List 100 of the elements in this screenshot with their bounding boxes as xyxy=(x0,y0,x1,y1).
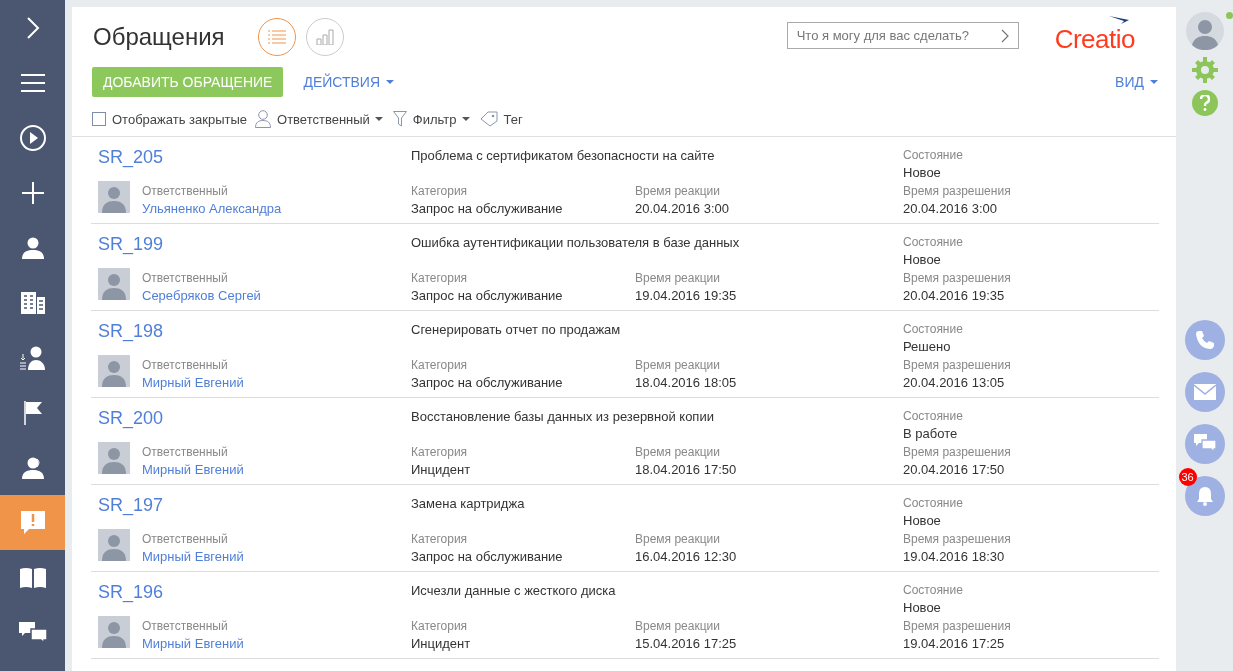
owner-link[interactable]: Серебряков Сергей xyxy=(142,287,261,305)
field-value: 19.04.2016 19:35 xyxy=(635,287,738,305)
page-title: Обращения xyxy=(93,23,225,51)
tag-icon xyxy=(479,111,498,127)
bell-icon xyxy=(1195,486,1214,506)
field-label: Категория xyxy=(411,444,469,461)
case-subject: Проблема с сертификатом безопасности на сайте xyxy=(411,148,715,163)
question-icon xyxy=(1199,95,1210,111)
field-label: Ответственный xyxy=(142,618,229,635)
case-number-link[interactable]: SR_196 xyxy=(98,582,164,602)
owner-link[interactable]: Ульяненко Александра xyxy=(142,200,282,218)
case-number-link[interactable]: SR_205 xyxy=(98,147,164,167)
phone-button[interactable] xyxy=(1184,320,1225,360)
view-dropdown[interactable]: ВИД xyxy=(1115,74,1158,90)
field-label: Категория xyxy=(411,531,469,548)
field-value: Новое xyxy=(903,251,942,269)
tag-button[interactable]: Тег xyxy=(503,111,523,127)
book-icon xyxy=(19,567,46,588)
field-label: Время реакции xyxy=(635,357,721,374)
avatar-silhouette xyxy=(98,616,130,648)
field-value: Запрос на обслуживание xyxy=(411,374,564,392)
command-search-field[interactable]: Что я могу для вас сделать? xyxy=(786,21,1019,49)
field-label: Состояние xyxy=(903,234,964,251)
field-label: Ответственный xyxy=(142,183,229,200)
field-label: Время разрешения xyxy=(903,183,1012,200)
person-icon xyxy=(21,236,44,259)
field-label: Время реакции xyxy=(635,270,721,287)
case-subject: Восстановление базы данных из резервной копии xyxy=(411,409,714,424)
field-value: Новое xyxy=(903,164,942,182)
field-label: Ответственный xyxy=(142,357,229,374)
checkbox[interactable] xyxy=(92,112,106,126)
field-label: Состояние xyxy=(903,408,964,425)
field-value: 16.04.2016 12:30 xyxy=(635,548,738,566)
show-closed-label: Отображать закрытые xyxy=(112,111,247,127)
field-label: Категория xyxy=(411,357,469,374)
field-label: Состояние xyxy=(903,321,964,338)
phone-icon xyxy=(1194,330,1215,350)
field-label: Время разрешения xyxy=(903,357,1012,374)
field-label: Время разрешения xyxy=(903,444,1012,461)
field-value: Новое xyxy=(903,599,942,617)
field-label: Категория xyxy=(411,183,469,200)
help-button[interactable] xyxy=(1191,90,1218,116)
field-value: 20.04.2016 17:50 xyxy=(903,461,1006,479)
alert-message-icon xyxy=(20,510,45,535)
field-value: Новое xyxy=(903,512,942,530)
field-label: Ответственный xyxy=(142,531,229,548)
chevron-right-icon xyxy=(1000,28,1009,43)
field-value: Решено xyxy=(903,338,952,356)
avatar-silhouette xyxy=(98,442,130,474)
field-value: 15.04.2016 17:25 xyxy=(635,635,738,653)
actions-dropdown[interactable]: ДЕЙСТВИЯ xyxy=(303,74,394,90)
email-button[interactable] xyxy=(1184,372,1225,412)
owner-link[interactable]: Мирный Евгений xyxy=(142,374,244,392)
caret-icon xyxy=(374,117,383,121)
flag-icon xyxy=(23,400,42,425)
case-subject: Исчезли данные с жесткого диска xyxy=(411,583,616,598)
view-toggle-button[interactable] xyxy=(257,18,296,56)
field-label: Время разрешения xyxy=(903,270,1012,287)
list-icon xyxy=(267,30,286,44)
case-number-link[interactable]: SR_200 xyxy=(98,408,164,428)
avatar-silhouette xyxy=(98,529,130,561)
field-label: Время реакции xyxy=(635,444,721,461)
field-value: 20.04.2016 13:05 xyxy=(903,374,1006,392)
user-avatar[interactable] xyxy=(1185,12,1224,50)
chat-icon xyxy=(18,621,47,644)
field-value: Запрос на обслуживание xyxy=(411,287,564,305)
field-label: Состояние xyxy=(903,582,964,599)
plus-icon xyxy=(21,181,44,204)
chat-icon xyxy=(1193,434,1216,454)
field-value: Инцидент xyxy=(411,461,472,479)
notification-count-badge: 36 xyxy=(1178,468,1197,486)
case-number-link[interactable]: SR_198 xyxy=(98,321,164,341)
caret-icon xyxy=(1150,80,1158,84)
field-label: Ответственный xyxy=(142,270,229,287)
owner-link[interactable]: Мирный Евгений xyxy=(142,635,244,653)
filter-dropdown[interactable]: Фильтр xyxy=(412,111,470,127)
field-value: 20.04.2016 3:00 xyxy=(635,200,730,218)
filter-icon xyxy=(392,111,407,127)
chat-button[interactable] xyxy=(1184,424,1225,464)
swoosh-icon xyxy=(1109,15,1129,24)
owner-link[interactable]: Мирный Евгений xyxy=(142,461,244,479)
field-value: Инцидент xyxy=(411,635,472,653)
caret-icon xyxy=(461,117,470,121)
case-number-link[interactable]: SR_199 xyxy=(98,234,164,254)
play-icon xyxy=(19,124,46,151)
menu-icon xyxy=(20,73,45,92)
owner-filter-dropdown[interactable]: Ответственный xyxy=(277,111,383,127)
case-number-link[interactable]: SR_197 xyxy=(98,495,164,515)
case-subject: Замена картриджа xyxy=(411,496,525,511)
field-value: 19.04.2016 17:25 xyxy=(903,635,1006,653)
view-toggle-button[interactable] xyxy=(305,18,344,56)
field-value: 19.04.2016 18:30 xyxy=(903,548,1006,566)
case-subject: Ошибка аутентификации пользователя в базе данных xyxy=(411,235,740,250)
bar-chart-icon xyxy=(315,29,334,45)
owner-link[interactable]: Мирный Евгений xyxy=(142,548,244,566)
agent-icon xyxy=(21,456,44,479)
field-label: Время реакции xyxy=(635,183,721,200)
logo: Creatio xyxy=(1054,23,1135,54)
field-value: 18.04.2016 17:50 xyxy=(635,461,738,479)
avatar-silhouette xyxy=(98,268,130,300)
